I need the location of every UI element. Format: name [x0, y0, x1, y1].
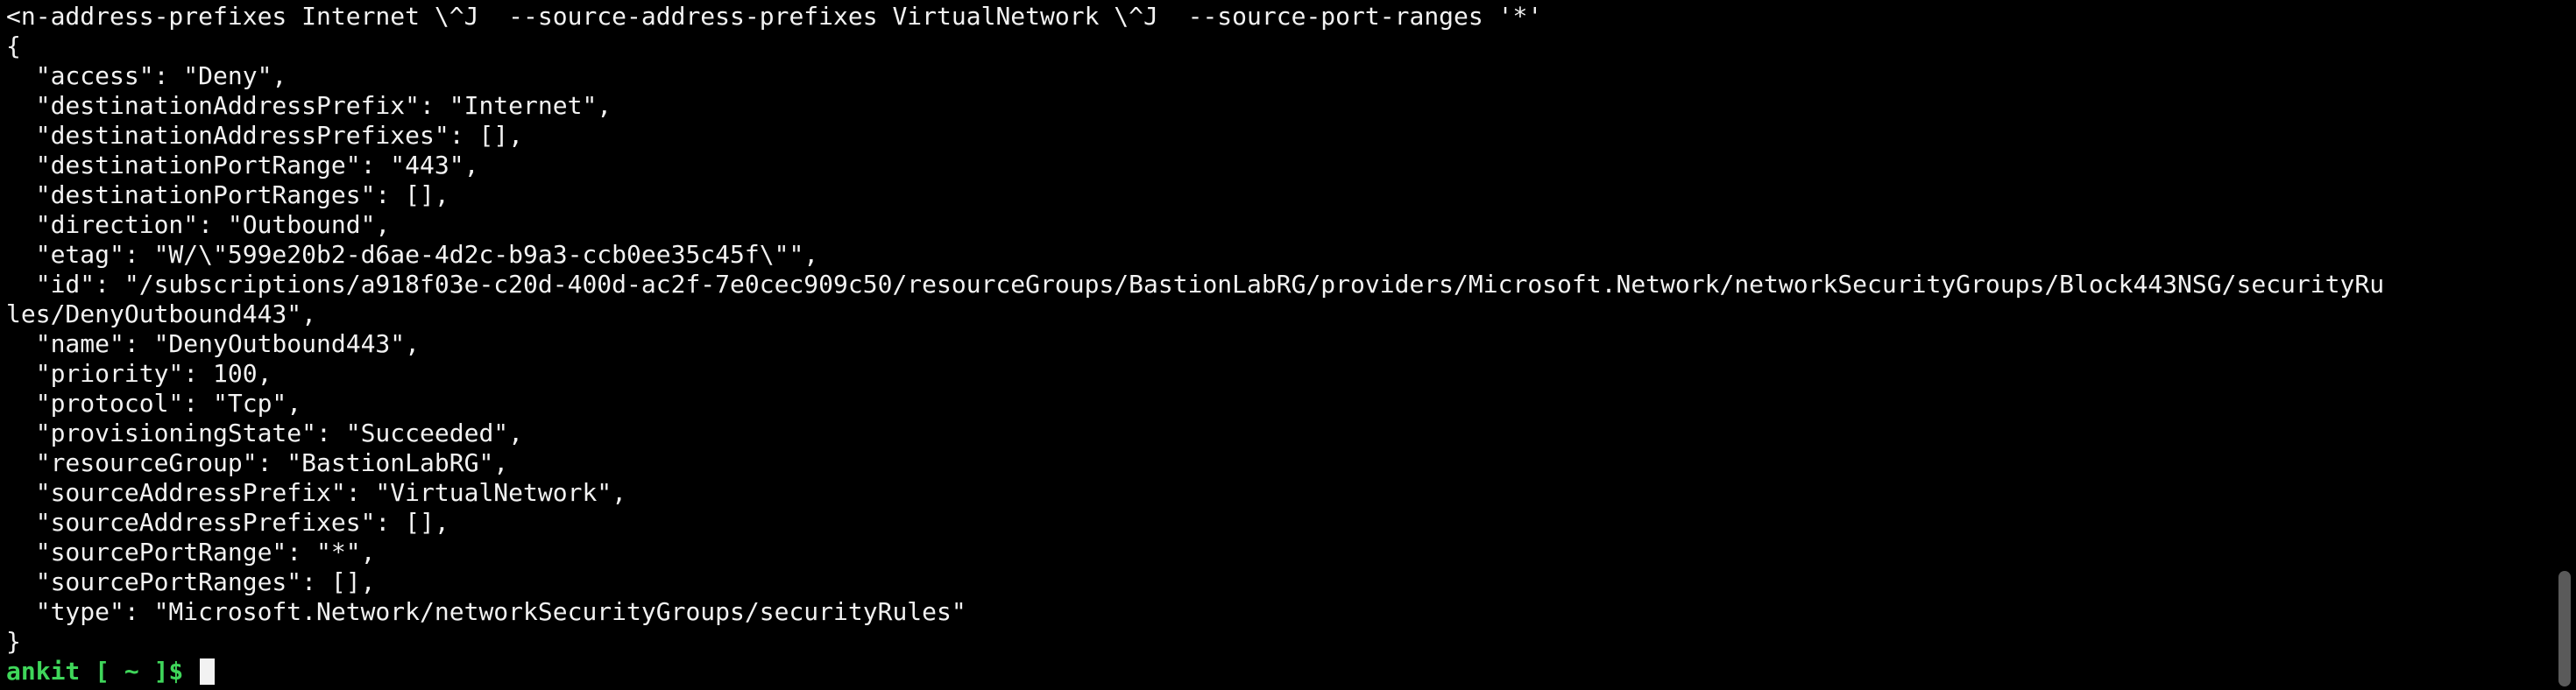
prompt-line[interactable]: ankit [ ~ ]$	[6, 657, 2541, 686]
json-open-brace: {	[6, 32, 21, 60]
output-line-destination-port-range: "destinationPortRange": "443",	[6, 151, 479, 180]
output-line-destination-address-prefix: "destinationAddressPrefix": "Internet",	[6, 91, 612, 120]
text-cursor	[200, 658, 216, 685]
terminal-output: <n-address-prefixes Internet \^J --sourc…	[6, 2, 2541, 686]
command-line: <n-address-prefixes Internet \^J --sourc…	[6, 2, 1543, 31]
output-line-id: "id": "/subscriptions/a918f03e-c20d-400d…	[6, 270, 2385, 299]
output-line-access: "access": "Deny",	[6, 61, 287, 90]
output-line-direction: "direction": "Outbound",	[6, 210, 391, 239]
output-line-priority: "priority": 100,	[6, 359, 272, 388]
output-line-etag: "etag": "W/\"599e20b2-d6ae-4d2c-b9a3-ccb…	[6, 240, 819, 269]
output-line-destination-address-prefixes: "destinationAddressPrefixes": [],	[6, 121, 524, 150]
output-line-destination-port-ranges: "destinationPortRanges": [],	[6, 180, 449, 209]
shell-prompt: ankit [ ~ ]$	[6, 657, 199, 686]
output-line-source-address-prefixes: "sourceAddressPrefixes": [],	[6, 508, 449, 537]
output-line-name: "name": "DenyOutbound443",	[6, 329, 421, 358]
output-line-protocol: "protocol": "Tcp",	[6, 389, 302, 418]
scrollbar-thumb[interactable]	[2558, 571, 2571, 686]
output-line-source-port-range: "sourcePortRange": "*",	[6, 538, 376, 567]
output-line-type: "type": "Microsoft.Network/networkSecuri…	[6, 597, 966, 626]
json-close-brace: }	[6, 627, 21, 656]
output-line-provisioning-state: "provisioningState": "Succeeded",	[6, 419, 524, 447]
output-line-id-wrapped: les/DenyOutbound443",	[6, 299, 317, 328]
terminal-window[interactable]: <n-address-prefixes Internet \^J --sourc…	[0, 0, 2576, 690]
vertical-scrollbar[interactable]	[2550, 0, 2576, 690]
output-line-resource-group: "resourceGroup": "BastionLabRG",	[6, 448, 509, 477]
output-line-source-port-ranges: "sourcePortRanges": [],	[6, 567, 376, 596]
output-line-source-address-prefix: "sourceAddressPrefix": "VirtualNetwork",	[6, 478, 627, 507]
